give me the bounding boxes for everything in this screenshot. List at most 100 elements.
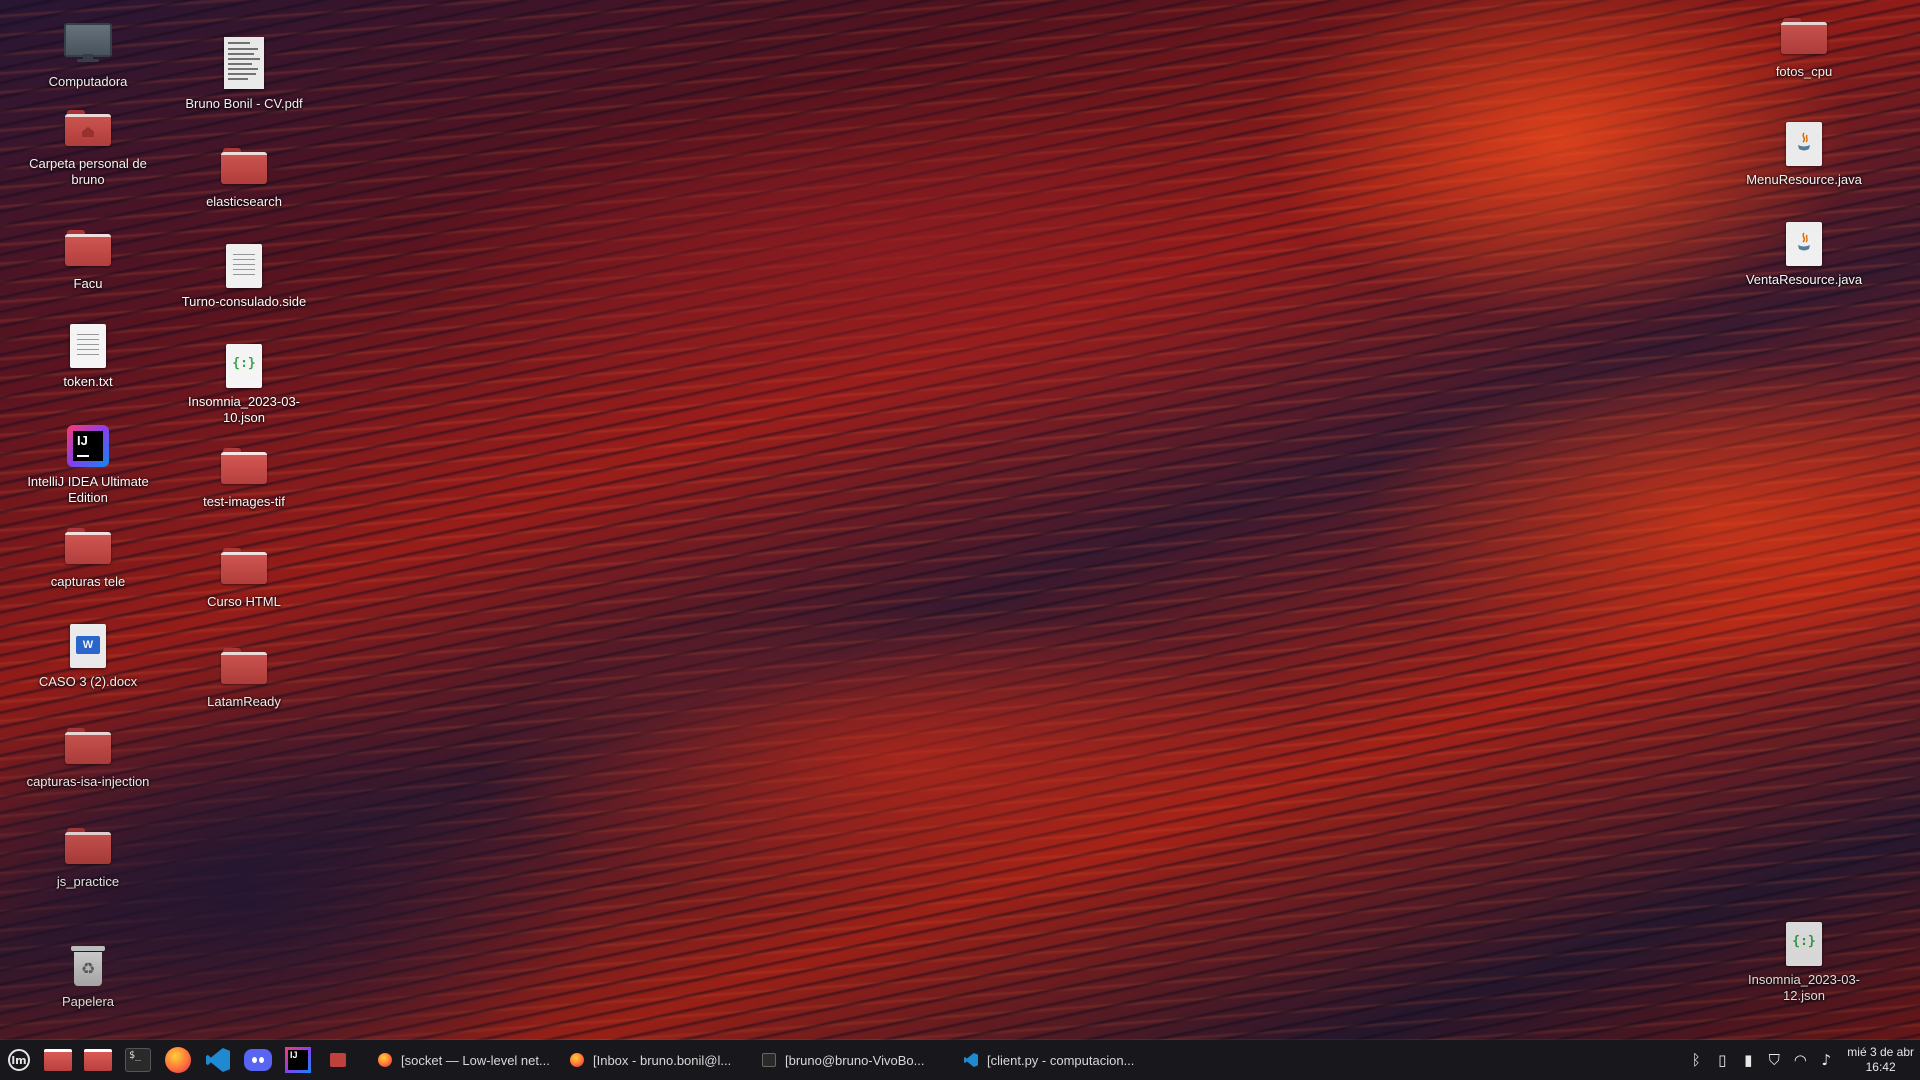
desktop-icon-carpeta-personal[interactable]: Carpeta personal de bruno [20,104,156,188]
taskbar-window-terminal[interactable]: [bruno@bruno-VivoBo... [756,1040,958,1080]
desktop-icon-label: Carpeta personal de bruno [29,156,147,187]
window-title: [socket — Low-level net... [401,1052,550,1068]
clock-time: 16:42 [1865,1060,1896,1074]
trash-icon: ♻ [64,942,112,990]
desktop-icon-token-txt[interactable]: token.txt [20,322,156,390]
desktop-icon-facu[interactable]: Facu [20,224,156,292]
taskbar-window-thunderbird[interactable]: [Inbox - bruno.bonil@l... [564,1040,756,1080]
desktop-icon-label: capturas tele [50,574,126,589]
desktop-icon-ventaresource-java[interactable]: VentaResource.java [1736,220,1872,288]
word-document-icon: W [64,622,112,670]
window-title: [Inbox - bruno.bonil@l... [593,1052,732,1068]
desktop-icon-bruno-cv-pdf[interactable]: Bruno Bonil - CV.pdf [176,34,312,112]
desktop-icon-papelera[interactable]: ♻ Papelera [20,942,156,1010]
menu-button[interactable]: lm [0,1041,38,1079]
desktop-icon-label: Curso HTML [207,594,281,609]
intellij-icon: IJ [285,1047,311,1073]
folder-icon [64,722,112,770]
json-file-icon: {:} [220,342,268,390]
desktop-icon-label: LatamReady [207,694,281,709]
desktop-icon-label: elasticsearch [206,194,282,209]
volume-icon[interactable]: ♪ [1813,1040,1839,1080]
desktop-icon-latamready[interactable]: LatamReady [176,642,312,710]
desktop-icon-label: Computadora [48,74,128,89]
text-file-icon [220,242,268,290]
desktop-icon-label: fotos_cpu [1775,64,1833,79]
clock-date: mié 3 de abr [1847,1045,1914,1059]
folder-icon [220,442,268,490]
folder-icon [220,542,268,590]
folder-icon [220,642,268,690]
desktop-icon-label: CASO 3 (2).docx [38,674,138,689]
launcher-terminal[interactable]: $_ [118,1040,158,1080]
desktop-icon-label: Bruno Bonil - CV.pdf [185,96,303,111]
files-icon [44,1049,72,1071]
json-file-icon: {:} [1780,920,1828,968]
desktop-icon-label: js_practice [56,874,120,889]
desktop-icon-fotos-cpu[interactable]: fotos_cpu [1736,12,1872,80]
folder-icon [220,142,268,190]
computer-icon [64,22,112,70]
intellij-icon: IJ [64,422,112,470]
vscode-icon [964,1053,978,1067]
home-folder-icon [64,104,112,152]
firefox-icon [165,1047,191,1073]
desktop-icon-label: Papelera [61,994,115,1009]
vscode-icon [206,1048,230,1072]
java-file-icon [1780,220,1828,268]
clipboard-icon[interactable]: ▯ [1709,1040,1735,1080]
bluetooth-icon[interactable]: ᛒ [1683,1040,1709,1080]
desktop-icon-test-images-tif[interactable]: test-images-tif [176,442,312,510]
taskbar-window-firefox[interactable]: [socket — Low-level net... [372,1040,564,1080]
launcher-files[interactable] [38,1040,78,1080]
discord-icon [244,1049,272,1071]
desktop-icon-insomnia-2023-03-12[interactable]: {:} Insomnia_2023-03-12.json [1736,920,1872,1004]
battery-icon[interactable]: ▮ [1735,1040,1761,1080]
clock[interactable]: mié 3 de abr 16:42 [1839,1045,1920,1075]
launcher-firefox[interactable] [158,1040,198,1080]
window-title: [bruno@bruno-VivoBo... [785,1052,925,1068]
desktop-icon-label: Insomnia_2023-03-12.json [1747,972,1861,1003]
text-file-icon [64,322,112,370]
desktop-icon-capturas-isa-injection[interactable]: capturas-isa-injection [20,722,156,790]
desktop-icon-insomnia-2023-03-10[interactable]: {:} Insomnia_2023-03-10.json [176,342,312,426]
desktop-icon-capturas-tele[interactable]: capturas tele [20,522,156,590]
folder-icon [64,822,112,870]
desktop-icon-label: Turno-consulado.side [181,294,307,309]
desktop-icon-elasticsearch[interactable]: elasticsearch [176,142,312,210]
desktop-icon-label: Facu [73,276,103,291]
window-title: [client.py - computacion... [987,1052,1135,1068]
desktop-icon-label: IntelliJ IDEA Ultimate Edition [27,474,149,505]
desktop-icon-label: Insomnia_2023-03-10.json [187,394,301,425]
shield-icon[interactable]: ⛉ [1761,1040,1787,1080]
launcher-folder-small[interactable] [318,1040,358,1080]
desktop-icon-intellij[interactable]: IJ IntelliJ IDEA Ultimate Edition [20,422,156,506]
launcher-discord[interactable] [238,1040,278,1080]
launcher-intellij[interactable]: IJ [278,1040,318,1080]
taskbar: lm $_ IJ [socket — Low-level net... [Inb… [0,1040,1920,1080]
desktop-icon-computadora[interactable]: Computadora [20,22,156,90]
desktop-icon-js-practice[interactable]: js_practice [20,822,156,890]
terminal-icon [762,1053,776,1067]
pdf-file-icon [220,34,268,92]
desktop-icon-turno-consulado[interactable]: Turno-consulado.side [176,242,312,310]
folder-icon [64,522,112,570]
folder-icon [1780,12,1828,60]
desktop-icon-label: MenuResource.java [1746,172,1862,187]
desktop-icon-menuresource-java[interactable]: MenuResource.java [1736,120,1872,188]
firefox-icon [378,1053,392,1067]
desktop-icon-curso-html[interactable]: Curso HTML [176,542,312,610]
mint-menu-icon: lm [8,1049,30,1071]
desktop-icon-caso3-docx[interactable]: W CASO 3 (2).docx [20,622,156,690]
desktop-icon-label: token.txt [63,374,113,389]
folder-icon [330,1053,346,1067]
launcher-files-2[interactable] [78,1040,118,1080]
system-tray: ᛒ ▯ ▮ ⛉ ◠ ♪ mié 3 de abr 16:42 [1683,1040,1920,1080]
wifi-icon[interactable]: ◠ [1787,1040,1813,1080]
desktop-icon-label: VentaResource.java [1745,272,1863,287]
desktop-icon-label: capturas-isa-injection [26,774,150,789]
launcher-vscode[interactable] [198,1040,238,1080]
taskbar-window-vscode[interactable]: [client.py - computacion... [958,1040,1170,1080]
folder-icon [84,1049,112,1071]
terminal-icon: $_ [125,1048,151,1072]
